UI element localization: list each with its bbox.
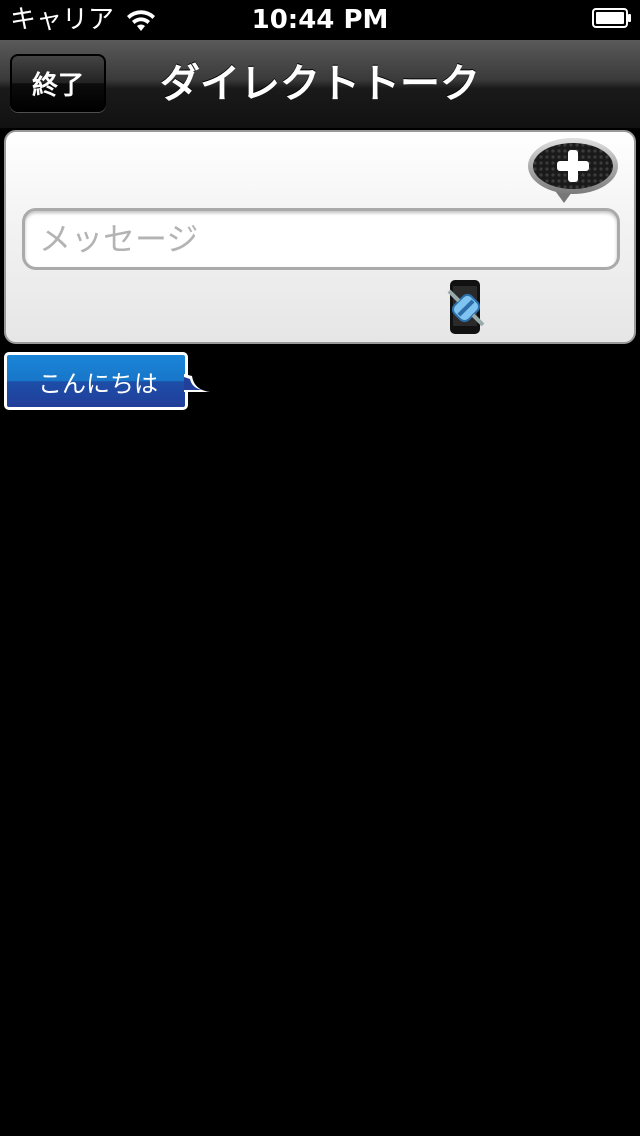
bubble-tail	[184, 374, 210, 392]
connect-button[interactable]	[438, 278, 494, 336]
add-message-button[interactable]	[526, 136, 620, 204]
end-button[interactable]: 終了	[10, 54, 106, 112]
compose-panel	[4, 130, 636, 344]
message-text: こんにちは	[4, 352, 188, 410]
plus-speech-bubble-icon	[528, 138, 618, 203]
status-time: 10:44 PM	[251, 5, 389, 35]
screen: キャリア 10:44 PM 終了 ダイレクトトーク メッセージ こんにちは	[0, 0, 640, 1136]
navigation-bar: 終了 ダイレクトトーク	[0, 40, 640, 129]
battery-icon	[592, 8, 632, 28]
page-title: ダイレクトトーク	[160, 61, 480, 107]
status-bar: キャリア 10:44 PM	[0, 0, 640, 40]
message-input[interactable]	[22, 208, 620, 270]
message-bubble: こんにちは	[4, 352, 210, 412]
phone-plug-icon	[447, 280, 485, 334]
